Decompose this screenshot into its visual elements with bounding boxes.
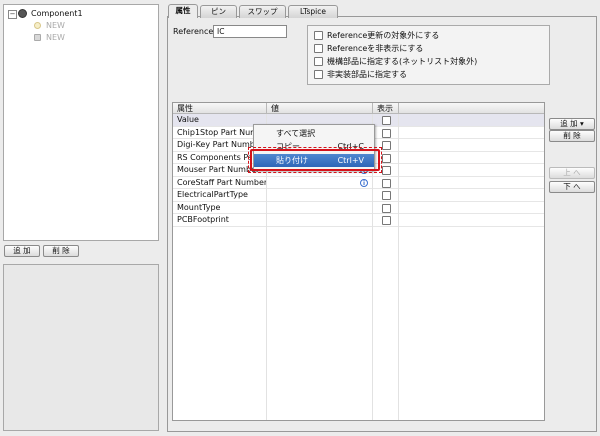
checkbox[interactable] — [314, 44, 323, 53]
delete-attribute-button[interactable]: 削 除 — [549, 130, 595, 142]
component-icon — [18, 9, 27, 18]
tab-pins[interactable]: ピン — [200, 5, 237, 18]
option-mechanical-part[interactable]: 機構部品に指定する(ネットリスト対象外) — [314, 56, 477, 67]
show-checkbox[interactable] — [382, 116, 391, 125]
highlight-annotation-outline — [248, 147, 382, 173]
show-checkbox[interactable] — [382, 178, 391, 188]
collapse-icon[interactable]: − — [8, 10, 17, 19]
checkbox[interactable] — [314, 70, 323, 79]
tab-swap[interactable]: スワップ — [239, 5, 286, 18]
attribute-name: ElectricalPartType — [173, 189, 267, 201]
reference-input[interactable]: IC — [213, 25, 287, 38]
table-row[interactable]: PCBFootprint — [173, 214, 544, 227]
component-tree[interactable]: − Component1 NEW NEW — [3, 4, 159, 241]
attribute-name: MountType — [173, 201, 267, 213]
options-box: Reference更新の対象外にする Referenceを非表示にする 機構部品… — [307, 25, 550, 85]
tab-attributes[interactable]: 属性 — [168, 4, 198, 18]
show-cell[interactable] — [373, 189, 399, 201]
table-row[interactable]: ElectricalPartType — [173, 189, 544, 202]
tab-ltspice[interactable]: LTspice — [288, 5, 338, 18]
show-cell[interactable] — [373, 176, 399, 188]
option-hide-reference[interactable]: Referenceを非表示にする — [314, 43, 423, 54]
column-header-filler — [399, 103, 544, 114]
attribute-value[interactable] — [267, 189, 373, 201]
show-checkbox[interactable] — [382, 166, 391, 175]
menu-item-select-all[interactable]: すべて選択 — [254, 127, 374, 140]
show-checkbox[interactable] — [382, 191, 391, 200]
detail-panel — [3, 264, 159, 431]
show-checkbox[interactable] — [382, 141, 391, 150]
part-icon — [34, 34, 41, 41]
column-divider — [398, 114, 399, 420]
table-row[interactable]: CoreStaff Part Number i — [173, 176, 544, 189]
tree-item-root[interactable]: − Component1 — [4, 8, 154, 20]
tree-item-label: Component1 — [31, 9, 83, 18]
tree-item-label: NEW — [46, 21, 65, 30]
show-checkbox[interactable] — [382, 153, 391, 163]
tree-item-label: NEW — [46, 33, 65, 42]
add-button[interactable]: 追 加 — [4, 245, 40, 257]
checkbox[interactable] — [314, 31, 323, 40]
show-cell[interactable] — [373, 126, 399, 138]
show-checkbox[interactable] — [382, 203, 391, 213]
delete-button[interactable]: 削 除 — [43, 245, 79, 257]
checkbox[interactable] — [314, 57, 323, 66]
attribute-value[interactable] — [267, 201, 373, 213]
column-header-attribute[interactable]: 属性 — [173, 103, 267, 114]
attribute-value[interactable]: i — [267, 176, 373, 188]
table-row[interactable]: MountType — [173, 201, 544, 214]
option-exclude-ref-update[interactable]: Reference更新の対象外にする — [314, 30, 439, 41]
reference-label: Reference — [173, 27, 214, 36]
info-icon[interactable]: i — [360, 178, 368, 187]
attribute-value[interactable] — [267, 214, 373, 226]
tree-item-child[interactable]: NEW — [4, 20, 154, 32]
show-checkbox[interactable] — [382, 128, 391, 138]
column-header-value[interactable]: 値 — [267, 103, 373, 114]
option-not-mounted[interactable]: 非実装部品に指定する — [314, 69, 407, 80]
part-icon — [34, 22, 41, 29]
tree-item-child[interactable]: NEW — [4, 32, 154, 44]
show-cell[interactable] — [373, 201, 399, 213]
attribute-name: CoreStaff Part Number — [173, 176, 267, 188]
move-down-button[interactable]: 下 へ — [549, 181, 595, 193]
attribute-name: PCBFootprint — [173, 214, 267, 226]
show-cell[interactable] — [373, 114, 399, 126]
move-up-button[interactable]: 上 へ — [549, 167, 595, 179]
show-cell[interactable] — [373, 214, 399, 226]
show-checkbox[interactable] — [382, 216, 391, 225]
column-header-show[interactable]: 表示 — [373, 103, 399, 114]
add-attribute-button[interactable]: 追 加 ▾ — [549, 118, 595, 130]
